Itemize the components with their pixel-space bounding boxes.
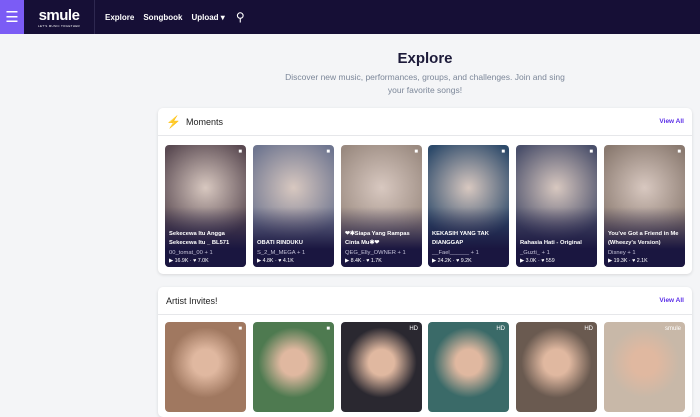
artist-invite-card[interactable]: smule bbox=[604, 322, 685, 412]
artist-invite-card[interactable]: ■ bbox=[165, 322, 246, 412]
page-subtitle: Discover new music, performances, groups… bbox=[285, 72, 565, 95]
play-icon: ▶ bbox=[345, 258, 350, 264]
video-camera-icon: ■ bbox=[501, 149, 505, 155]
video-camera-icon: ■ bbox=[326, 149, 330, 155]
card-stats: ▶ 16.9K · ♥ 7.0K bbox=[169, 258, 209, 264]
artist-invite-card[interactable]: HD bbox=[428, 322, 509, 412]
menu-icon[interactable]: ☰ bbox=[0, 0, 24, 34]
artist-invite-card[interactable]: ■ bbox=[253, 322, 334, 412]
search-icon[interactable]: ⚲ bbox=[236, 10, 245, 24]
video-camera-icon: ■ bbox=[238, 326, 242, 332]
nav-explore[interactable]: Explore bbox=[105, 13, 134, 22]
badge: HD bbox=[584, 326, 593, 332]
card-user[interactable]: _Guzti_ + 1 bbox=[520, 250, 594, 256]
section-title: Artist Invites! bbox=[166, 295, 218, 306]
card-title: Sekecewa Itu Angga Sekecewa Itu _ BL571 bbox=[169, 231, 230, 246]
heart-icon: ♥ bbox=[632, 258, 636, 264]
card-user[interactable]: 00_tomat_00 + 1 bbox=[169, 250, 243, 256]
artist-invite-card[interactable]: HD bbox=[516, 322, 597, 412]
card-stats: ▶ 19.3K · ♥ 2.1K bbox=[608, 258, 648, 264]
play-icon: ▶ bbox=[608, 258, 613, 264]
lightning-icon: ⚡ bbox=[166, 114, 181, 129]
heart-icon: ♥ bbox=[456, 258, 460, 264]
heart-icon: ♥ bbox=[193, 258, 197, 264]
heart-icon: ♥ bbox=[278, 258, 282, 264]
artist-invites-section: Artist Invites! View All ■ ■ HD HD HD smule bbox=[158, 287, 692, 417]
nav-upload[interactable]: Upload ▾ bbox=[191, 13, 224, 22]
moment-card[interactable]: ■ You've Got a Friend in Me (Wheezy's Ve… bbox=[604, 145, 685, 267]
card-stats: ▶ 24.2K · ♥ 9.2K bbox=[432, 258, 472, 264]
card-user[interactable]: Disney + 1 bbox=[608, 250, 682, 256]
card-title: ❤✱Siapa Yang Rampas Cinta Mu✱❤ bbox=[345, 231, 410, 246]
card-user[interactable]: S_2_M_MEGA + 1 bbox=[257, 250, 331, 256]
page-title: Explore bbox=[397, 50, 453, 67]
card-title: Rahasia Hati - Original bbox=[520, 240, 582, 246]
view-all-link[interactable]: View All bbox=[659, 118, 684, 125]
badge: smule bbox=[664, 326, 681, 332]
moments-section: ⚡ Moments View All ■ Sekecewa Itu Angga Se… bbox=[158, 108, 692, 274]
card-user[interactable]: __Fael______ + 1 bbox=[432, 250, 506, 256]
video-camera-icon: ■ bbox=[238, 149, 242, 155]
card-user[interactable]: QEG_Elly_OWNER + 1 bbox=[345, 250, 419, 256]
nav-songbook[interactable]: Songbook bbox=[143, 13, 182, 22]
caret-down-icon: ▾ bbox=[220, 12, 225, 22]
moment-card[interactable]: ■ KEKASIH YANG TAK DIANGGAP __Fael______… bbox=[428, 145, 509, 267]
heart-icon: ♥ bbox=[541, 258, 545, 264]
play-icon: ▶ bbox=[257, 258, 262, 264]
play-icon: ▶ bbox=[520, 258, 525, 264]
view-all-link[interactable]: View All bbox=[659, 297, 684, 304]
artist-invite-card[interactable]: HD bbox=[341, 322, 422, 412]
section-title: Moments bbox=[185, 116, 223, 127]
badge: HD bbox=[496, 326, 505, 332]
play-icon: ▶ bbox=[432, 258, 437, 264]
moment-card[interactable]: ■ Sekecewa Itu Angga Sekecewa Itu _ BL57… bbox=[165, 145, 246, 267]
badge: HD bbox=[409, 326, 418, 332]
moment-card[interactable]: ■ OBATI RINDUKU S_2_M_MEGA + 1 ▶ 4.8K · … bbox=[253, 145, 334, 267]
card-title: You've Got a Friend in Me (Wheezy's Vers… bbox=[608, 231, 679, 246]
card-stats: ▶ 3.0K · ♥ 559 bbox=[520, 258, 555, 264]
smule-logo[interactable]: smule LET'S MUSIC TOGETHER bbox=[24, 0, 95, 34]
video-camera-icon: ■ bbox=[414, 149, 418, 155]
card-stats: ▶ 8.4K · ♥ 1.7K bbox=[345, 258, 382, 264]
video-camera-icon: ■ bbox=[677, 149, 681, 155]
card-title: KEKASIH YANG TAK DIANGGAP bbox=[432, 231, 489, 246]
video-camera-icon: ■ bbox=[589, 149, 593, 155]
card-stats: ▶ 4.8K · ♥ 4.1K bbox=[257, 258, 294, 264]
video-camera-icon: ■ bbox=[326, 326, 330, 332]
moment-card[interactable]: ■ ❤✱Siapa Yang Rampas Cinta Mu✱❤ QEG_Ell… bbox=[341, 145, 422, 267]
card-title: OBATI RINDUKU bbox=[257, 240, 303, 246]
moment-card[interactable]: ■ Rahasia Hati - Original _Guzti_ + 1 ▶ … bbox=[516, 145, 597, 267]
heart-icon: ♥ bbox=[366, 258, 370, 264]
top-nav: ☰ smule LET'S MUSIC TOGETHER Explore Song… bbox=[0, 0, 700, 34]
play-icon: ▶ bbox=[169, 258, 174, 264]
